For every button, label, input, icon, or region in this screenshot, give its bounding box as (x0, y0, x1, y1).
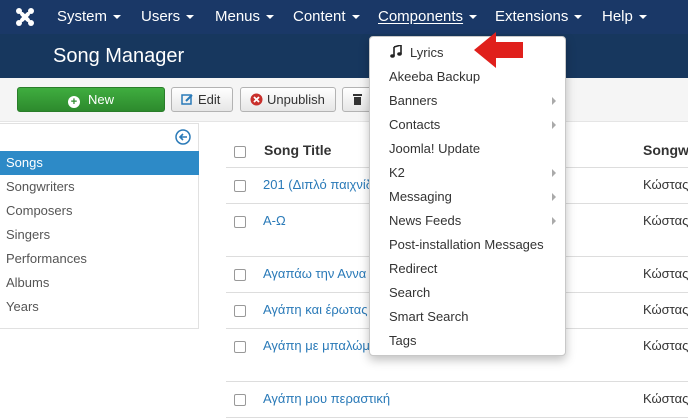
plus-circle-icon: + (67, 96, 80, 108)
caret-down-icon (469, 15, 478, 20)
sidebar-item-singers[interactable]: Singers (0, 223, 199, 247)
sidebar-item-performances[interactable]: Performances (0, 247, 199, 271)
edit-button[interactable]: Edit (171, 87, 233, 112)
sidebar-item-composers[interactable]: Composers (0, 199, 199, 223)
menu-item-post-installation-messages[interactable]: Post-installation Messages (389, 237, 544, 252)
sidebar-item-songs[interactable]: Songs (0, 151, 199, 175)
trash-button[interactable] (342, 87, 372, 112)
page-title: Song Manager (53, 45, 185, 67)
menu-item-k2[interactable]: K2 (389, 165, 405, 180)
music-note-icon (390, 45, 402, 58)
menu-item-akeeba-backup[interactable]: Akeeba Backup (389, 69, 480, 84)
table-row-title[interactable]: Αγαπάω την Αννα (263, 266, 383, 281)
caret-down-icon (266, 15, 275, 20)
row-checkbox[interactable] (234, 341, 246, 353)
table-row-title[interactable]: Αγάπη με μπαλώματα (263, 338, 383, 353)
nav-users[interactable]: Users (141, 0, 195, 34)
column-header-song-title[interactable]: Song Title (264, 142, 331, 158)
new-button[interactable]: + New (17, 87, 165, 112)
components-dropdown-menu: Lyrics Akeeba Backup Banners Contacts Jo… (369, 36, 566, 356)
table-divider (226, 381, 688, 382)
table-row-title[interactable]: Α-Ω (263, 213, 383, 228)
caret-down-icon (113, 15, 122, 20)
row-checkbox[interactable] (234, 305, 246, 317)
row-checkbox[interactable] (234, 180, 246, 192)
table-row-title[interactable]: 201 (Διπλό παιχνίδι) (263, 177, 383, 192)
menu-item-joomla-update[interactable]: Joomla! Update (389, 141, 480, 156)
table-row-songwriter: Κώστας (643, 338, 688, 353)
submenu-arrow-icon (552, 193, 556, 201)
nav-content[interactable]: Content (293, 0, 360, 34)
menu-item-messaging[interactable]: Messaging (389, 189, 452, 204)
sidebar-item-albums[interactable]: Albums (0, 271, 199, 295)
edit-icon (181, 94, 193, 105)
nav-components[interactable]: Components (378, 0, 478, 34)
trash-icon (353, 94, 362, 105)
submenu-arrow-icon (552, 217, 556, 225)
caret-down-icon (574, 15, 583, 20)
submenu-arrow-icon (552, 169, 556, 177)
table-row-title[interactable]: Αγάπη μου περαστική (263, 391, 403, 406)
nav-help[interactable]: Help (602, 0, 647, 34)
menu-item-redirect[interactable]: Redirect (389, 261, 437, 276)
menu-item-contacts[interactable]: Contacts (389, 117, 440, 132)
menu-item-banners[interactable]: Banners (389, 93, 437, 108)
menu-item-lyrics[interactable]: Lyrics (410, 45, 443, 60)
submenu-arrow-icon (552, 97, 556, 105)
select-all-checkbox[interactable] (234, 146, 246, 158)
nav-menus[interactable]: Menus (215, 0, 275, 34)
nav-extensions[interactable]: Extensions (495, 0, 583, 34)
row-checkbox[interactable] (234, 394, 246, 406)
table-divider (226, 417, 688, 418)
caret-down-icon (351, 15, 360, 20)
table-row-songwriter: Κώστας (643, 391, 688, 406)
nav-system[interactable]: System (57, 0, 122, 34)
menu-item-smart-search[interactable]: Smart Search (389, 309, 468, 324)
collapse-sidebar-icon[interactable] (175, 129, 191, 145)
table-row-songwriter: Κώστας (643, 213, 688, 228)
table-row-songwriter: Κώστας (643, 266, 688, 281)
joomla-logo-icon[interactable] (14, 6, 36, 28)
row-checkbox[interactable] (234, 216, 246, 228)
sidebar-item-songwriters[interactable]: Songwriters (0, 175, 199, 199)
unpublish-button[interactable]: Unpublish (240, 87, 336, 112)
caret-down-icon (638, 15, 647, 20)
sidebar-item-years[interactable]: Years (0, 295, 199, 319)
column-header-songwriter[interactable]: Songwr (643, 142, 688, 158)
caret-down-icon (186, 15, 195, 20)
table-row-songwriter: Κώστας (643, 177, 688, 192)
menu-item-tags[interactable]: Tags (389, 333, 416, 348)
table-row-title[interactable]: Αγάπη και έρωτας (263, 302, 383, 317)
menu-item-search[interactable]: Search (389, 285, 430, 300)
row-checkbox[interactable] (234, 269, 246, 281)
unpublish-icon (250, 93, 263, 106)
menu-item-news-feeds[interactable]: News Feeds (389, 213, 461, 228)
table-row-songwriter: Κώστας (643, 302, 688, 317)
red-arrow-annotation-icon (474, 32, 523, 68)
submenu-arrow-icon (552, 121, 556, 129)
